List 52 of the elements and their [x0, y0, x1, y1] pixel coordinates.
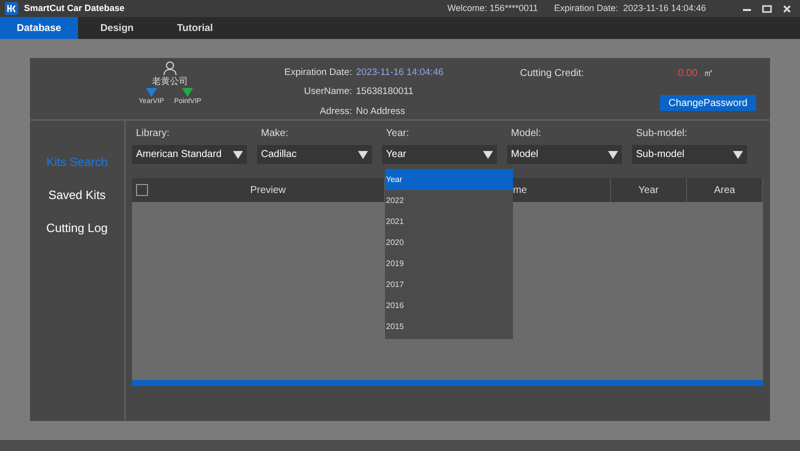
dropdown-option[interactable]: 2020	[385, 232, 513, 253]
filter-label: Model:	[510, 127, 542, 141]
filter-dropdown[interactable]: Model	[507, 145, 622, 164]
credit-unit: ㎡	[703, 67, 714, 81]
field-label: Adress:	[318, 104, 352, 118]
filter-dropdown[interactable]: American Standard	[132, 145, 247, 164]
close-icon[interactable]	[782, 4, 792, 14]
app-logo-icon	[5, 2, 18, 15]
company-name: 老黄公司	[152, 75, 188, 88]
column-header: Preview	[250, 184, 286, 198]
credit-value: 0.00	[678, 67, 698, 81]
dropdown-option[interactable]: 2016	[385, 295, 513, 316]
dropdown-arrow-icon	[233, 150, 243, 158]
maximize-icon[interactable]	[762, 4, 772, 14]
welcome-text: Welcome: 156****0011	[447, 2, 538, 15]
dropdown-option[interactable]: 2015	[385, 316, 513, 337]
dropdown-arrow-icon	[733, 150, 743, 158]
field-label: Expiration Date:	[283, 66, 352, 80]
dropdown-option[interactable]: 2021	[385, 211, 513, 232]
column-header: Area	[714, 184, 736, 198]
field-value: 15638180011	[356, 85, 414, 100]
horizontal-scrollbar[interactable]	[132, 380, 763, 386]
window-title: SmartCut Car Datebase	[24, 2, 125, 15]
credit-label: Cutting Credit:	[520, 67, 584, 81]
sidebar-item[interactable]: Saved Kits	[48, 186, 106, 204]
user-icon	[163, 61, 177, 75]
dropdown-arrow-icon	[608, 150, 618, 158]
filter-dropdown[interactable]: Year	[382, 145, 497, 164]
change-password-button[interactable]: ChangePassword	[660, 95, 756, 111]
tab[interactable]: Tutorial	[156, 17, 234, 39]
filter-label: Year:	[385, 127, 410, 141]
filter-label: Sub-model:	[635, 127, 688, 141]
dropdown-option[interactable]: 2022	[385, 190, 513, 211]
dropdown-option[interactable]: 2017	[385, 274, 513, 295]
dropdown-arrow-icon	[483, 150, 493, 158]
filter-label: Library:	[135, 127, 170, 141]
column-header: me	[513, 184, 527, 198]
field-label: UserName:	[302, 85, 352, 100]
field-value: 2023-11-16 14:04:46	[356, 66, 444, 80]
filter-label: Make:	[260, 127, 290, 141]
filter-dropdown[interactable]: Sub-model	[632, 145, 747, 164]
dropdown-option[interactable]: Year	[385, 169, 513, 190]
tab[interactable]: Database	[0, 17, 78, 39]
select-all-checkbox[interactable]	[136, 184, 148, 196]
dropdown-arrow-icon	[358, 150, 368, 158]
dropdown-option[interactable]: 2019	[385, 253, 513, 274]
expiration-text: Expiration Date: 2023-11-16 14:04:46	[554, 2, 706, 15]
field-value: No Address	[356, 104, 406, 118]
sidebar-item[interactable]: Cutting Log	[46, 219, 108, 237]
filter-dropdown[interactable]: Cadillac	[257, 145, 372, 164]
tab[interactable]: Design	[78, 17, 156, 39]
column-header: Year	[638, 184, 659, 198]
